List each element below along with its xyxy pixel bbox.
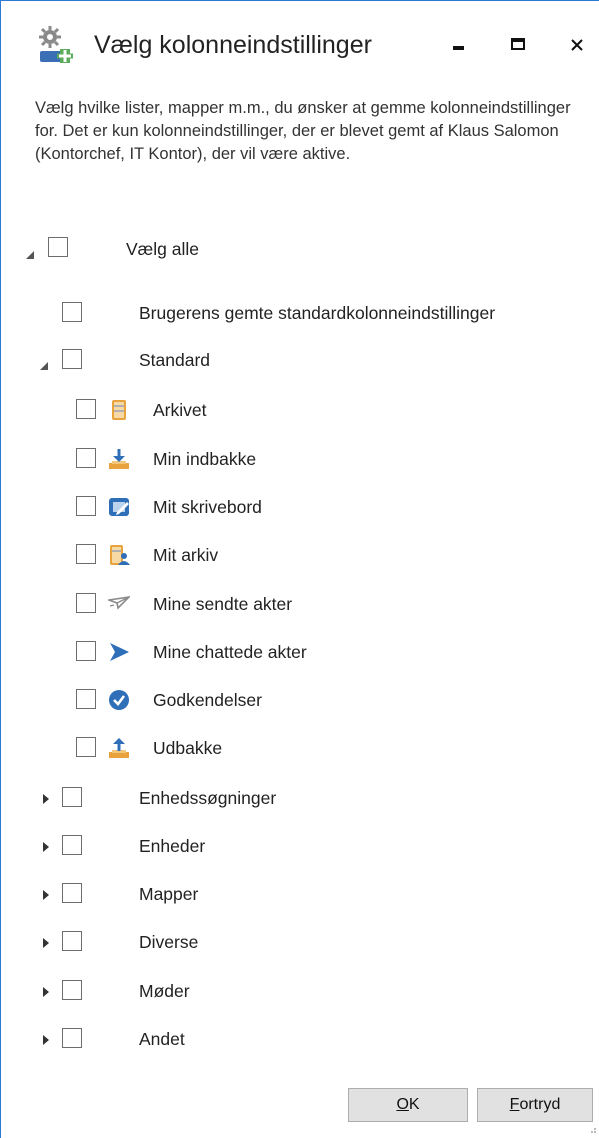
cancel-label-rest: ortryd [519, 1096, 561, 1113]
dialog-window: Vælg kolonneindstillinger Vælg hvilke li… [0, 0, 599, 1138]
tree-node-enhedssoegninger: Enhedssøgninger [1, 787, 591, 811]
tree-item-mit-arkiv: Mit arkiv [1, 544, 591, 568]
tree-node-diverse: Diverse [1, 931, 591, 955]
ok-mnemonic: O [396, 1096, 409, 1113]
select-all-checkbox[interactable] [48, 237, 68, 257]
maximize-button[interactable] [498, 27, 538, 67]
mit-skrivebord-checkbox[interactable] [76, 496, 96, 516]
enhedssoegninger-label: Enhedssøgninger [139, 788, 277, 808]
title-bar: Vælg kolonneindstillinger [1, 1, 599, 91]
enheder-label: Enheder [139, 836, 206, 856]
diverse-checkbox[interactable] [62, 931, 82, 951]
mit-skrivebord-label: Mit skrivebord [153, 497, 262, 517]
min-indbakke-label: Min indbakke [153, 449, 257, 469]
approval-check-icon [109, 690, 129, 710]
minimize-button[interactable] [438, 27, 478, 67]
andet-checkbox[interactable] [62, 1028, 82, 1048]
saved-defaults-checkbox[interactable] [62, 302, 82, 322]
collapsed-arrow-icon[interactable] [41, 938, 51, 948]
collapsed-arrow-icon[interactable] [41, 794, 51, 804]
tree-item-mine-sendte-akter: Mine sendte akter [1, 593, 591, 617]
godkendelser-label: Godkendelser [153, 690, 262, 710]
tree-item-udbakke: Udbakke [1, 737, 591, 761]
description-text: Vælg hvilke lister, mapper m.m., du ønsk… [35, 99, 571, 163]
close-icon [571, 39, 583, 51]
udbakke-checkbox[interactable] [76, 737, 96, 757]
sent-icon [108, 596, 130, 610]
cancel-button[interactable]: Fortryd [477, 1088, 593, 1122]
min-indbakke-checkbox[interactable] [76, 448, 96, 468]
archive-icon [112, 400, 126, 420]
chat-send-icon [110, 643, 129, 661]
tree-node-mapper: Mapper [1, 883, 591, 907]
tree-item-mine-chattede-akter: Mine chattede akter [1, 641, 591, 665]
mine-chattede-akter-checkbox[interactable] [76, 641, 96, 661]
ok-label-rest: K [408, 1096, 420, 1113]
resize-grip-icon[interactable] [590, 1127, 596, 1133]
mit-arkiv-label: Mit arkiv [153, 545, 219, 565]
standard-label: Standard [139, 350, 211, 370]
minimize-icon [453, 46, 464, 50]
collapsed-arrow-icon[interactable] [41, 842, 51, 852]
collapsed-arrow-icon[interactable] [41, 890, 51, 900]
dialog-title: Vælg kolonneindstillinger [94, 31, 372, 59]
moeder-checkbox[interactable] [62, 980, 82, 1000]
mine-sendte-akter-checkbox[interactable] [76, 593, 96, 613]
udbakke-label: Udbakke [153, 738, 223, 758]
tree-node-enheder: Enheder [1, 835, 591, 859]
mine-sendte-akter-label: Mine sendte akter [153, 594, 293, 614]
maximize-icon [511, 38, 525, 50]
tree-item-godkendelser: Godkendelser [1, 689, 591, 713]
tree-node-saved-defaults: Brugerens gemte standardkolonneindstilli… [1, 302, 591, 326]
inbox-icon [109, 449, 129, 469]
mapper-checkbox[interactable] [62, 883, 82, 903]
mit-arkiv-checkbox[interactable] [76, 544, 96, 564]
desk-icon [109, 498, 129, 516]
mapper-label: Mapper [139, 884, 199, 904]
tree-item-mit-skrivebord: Mit skrivebord [1, 496, 591, 520]
diverse-label: Diverse [139, 932, 199, 952]
ok-button[interactable]: OK [348, 1088, 468, 1122]
andet-label: Andet [139, 1029, 185, 1049]
moeder-label: Møder [139, 981, 190, 1001]
enhedssoegninger-checkbox[interactable] [62, 787, 82, 807]
enheder-checkbox[interactable] [62, 835, 82, 855]
tree-node-andet: Andet [1, 1028, 591, 1052]
tree-item-min-indbakke: Min indbakke [1, 448, 591, 472]
mine-chattede-akter-label: Mine chattede akter [153, 642, 307, 662]
tree-node-moeder: Møder [1, 980, 591, 1004]
collapsed-arrow-icon[interactable] [41, 987, 51, 997]
close-button[interactable] [558, 27, 598, 67]
expanded-arrow-icon[interactable] [39, 361, 49, 371]
tree-node-select-all: Vælg alle [1, 237, 591, 262]
outbox-icon [109, 738, 129, 758]
settings-add-icon [39, 26, 73, 63]
select-all-label: Vælg alle [126, 239, 199, 259]
tree-node-standard: Standard [1, 349, 591, 373]
saved-defaults-label: Brugerens gemte standardkolonneindstilli… [139, 303, 496, 323]
my-archive-icon [110, 545, 130, 565]
tree-item-arkivet: Arkivet [1, 399, 591, 423]
expanded-arrow-icon[interactable] [25, 250, 35, 260]
collapsed-arrow-icon[interactable] [41, 1035, 51, 1045]
arkivet-checkbox[interactable] [76, 399, 96, 419]
standard-checkbox[interactable] [62, 349, 82, 369]
arkivet-label: Arkivet [153, 400, 207, 420]
godkendelser-checkbox[interactable] [76, 689, 96, 709]
cancel-mnemonic: F [509, 1096, 520, 1113]
